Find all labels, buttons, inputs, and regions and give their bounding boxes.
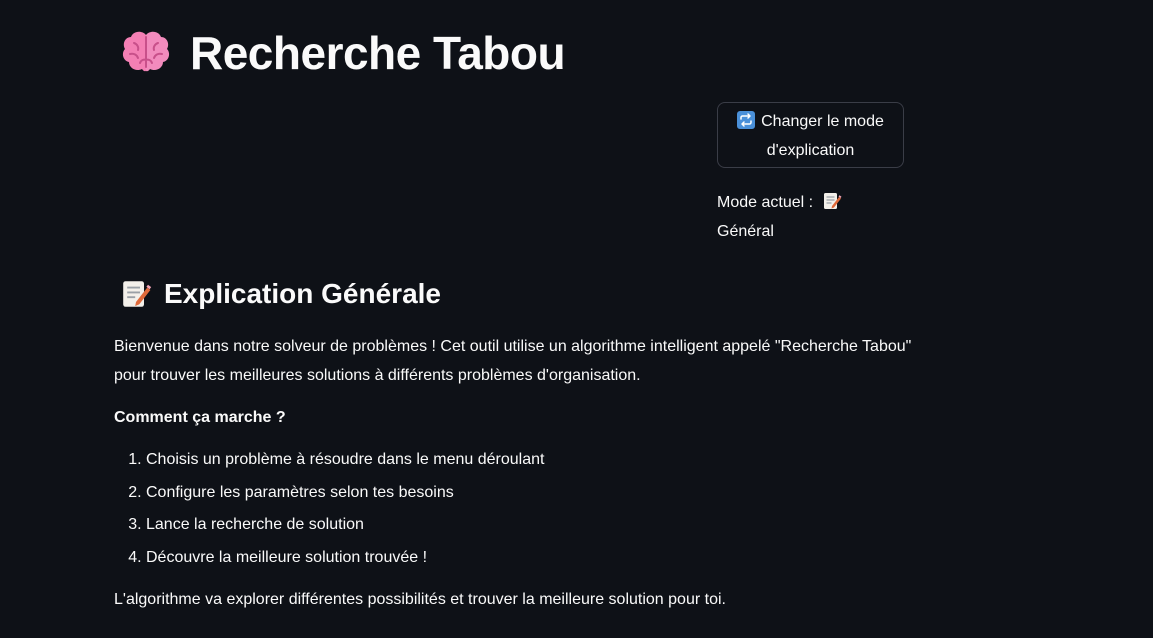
change-mode-button-label: Changer le mode d'explication [761,113,884,159]
explanation-section: Explication Générale Bienvenue dans notr… [114,278,914,612]
app-page: Recherche Tabou Changer le mode d'explic… [0,0,1153,638]
steps-list: Choisis un problème à résoudre dans le m… [114,444,914,574]
section-title: Explication Générale [164,278,441,309]
list-item: Choisis un problème à résoudre dans le m… [146,444,914,477]
brain-icon [122,31,170,72]
title-row: Recherche Tabou [120,26,566,80]
repeat-icon [737,111,756,129]
mode-status-value: Général [717,223,774,240]
section-title-row: Explication Générale [120,278,914,310]
page-title: Recherche Tabou [190,27,566,79]
mode-status: Mode actuel : Général [717,188,867,246]
memo-icon [123,281,152,307]
memo-icon [823,193,842,209]
mode-status-label: Mode actuel : [717,194,814,211]
outro-paragraph: L'algorithme va explorer différentes pos… [114,591,726,608]
intro-paragraph: Bienvenue dans notre solveur de problème… [114,338,912,384]
list-item: Configure les paramètres selon tes besoi… [146,477,914,510]
how-it-works-heading: Comment ça marche ? [114,409,286,426]
change-mode-button[interactable]: Changer le mode d'explication [717,102,904,168]
list-item: Lance la recherche de solution [146,509,914,542]
list-item: Découvre la meilleure solution trouvée ! [146,542,914,575]
